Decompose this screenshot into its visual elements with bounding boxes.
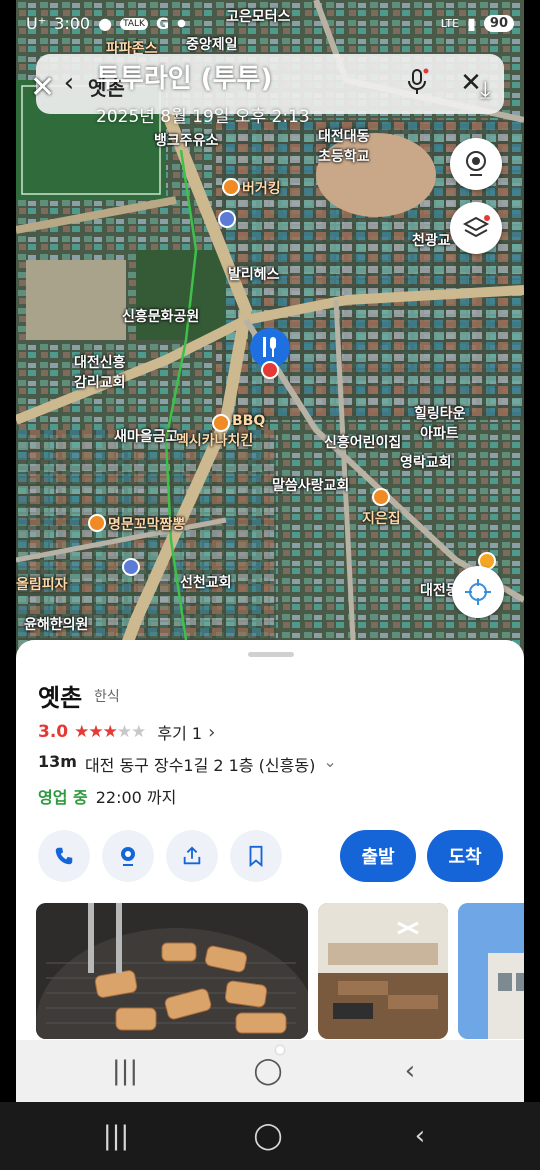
restaurant-interior-photo: [318, 903, 448, 1039]
layers-button[interactable]: [450, 202, 502, 254]
network-label: LTE: [440, 17, 460, 30]
signal-icon: ▮: [467, 14, 476, 33]
street-view-icon: [466, 151, 486, 176]
page-indicator-dot: [276, 1046, 284, 1054]
bookmark-icon: [249, 845, 263, 867]
address: 대전 동구 장수1길 2 1층 (신흥동): [84, 756, 316, 775]
share-button[interactable]: [166, 830, 218, 882]
system-navigation-bar: ||| ◯ ‹: [0, 1102, 540, 1170]
place-photo[interactable]: [318, 903, 448, 1039]
star-icon: ★: [88, 722, 103, 742]
chevron-down-icon[interactable]: ⌄: [323, 752, 336, 776]
depart-button[interactable]: 출발: [340, 830, 416, 882]
place-detail-sheet[interactable]: 옛촌 한식 3.0 ★★★★★ 후기 1 › 13m 대전 동구 장수1길 2 …: [16, 640, 524, 1102]
map-label[interactable]: 선천교회: [180, 572, 232, 592]
map-label[interactable]: 대전대동: [318, 126, 370, 146]
map-label[interactable]: 올림피자: [16, 574, 68, 594]
dot-icon: ●: [177, 18, 186, 29]
star-icon: ★: [116, 722, 132, 742]
download-icon[interactable]: ⤓: [480, 76, 491, 104]
sheet-drag-handle[interactable]: [248, 652, 294, 657]
layers-icon: [462, 215, 490, 238]
grilled-pork-photo: [36, 903, 308, 1039]
crosshair-icon: [465, 579, 491, 605]
share-icon: [183, 846, 201, 865]
star-icon: ★: [74, 722, 89, 742]
place-photo[interactable]: [458, 903, 524, 1039]
chevron-right-icon[interactable]: ›: [208, 722, 215, 743]
map-label[interactable]: 힐링타운: [414, 403, 466, 423]
poi-icon[interactable]: [88, 514, 106, 532]
map-label[interactable]: 아파트: [420, 423, 459, 443]
overlay-date: 2025년 8월 19일 오후 2:13: [96, 107, 310, 127]
arrive-button[interactable]: 도착: [427, 830, 503, 882]
map-label[interactable]: 천광교: [412, 230, 451, 250]
building-exterior-photo: [458, 903, 524, 1039]
system-home-icon[interactable]: ◯: [238, 1102, 298, 1170]
back-icon[interactable]: ‹: [380, 1040, 440, 1102]
place-category: 한식: [94, 689, 120, 705]
poi-icon[interactable]: [372, 488, 390, 506]
poi-icon[interactable]: [212, 414, 230, 432]
carrier-label: U⁺: [26, 14, 47, 33]
map-label[interactable]: 대전신흥: [74, 352, 126, 372]
current-location-button[interactable]: [452, 566, 504, 618]
overlay-title: 투투라인 (투투): [96, 64, 273, 94]
map-label[interactable]: 감리교회: [74, 372, 126, 392]
map-label[interactable]: 말씀사랑교회: [272, 475, 349, 495]
street-view-button[interactable]: [450, 138, 502, 190]
bookmark-button[interactable]: [230, 830, 282, 882]
selected-place-marker-icon[interactable]: [248, 328, 292, 380]
map-label[interactable]: 신흥어린이집: [324, 432, 401, 452]
rating-row[interactable]: 3.0 ★★★★★ 후기 1 ›: [38, 720, 215, 744]
app-navigation-bar: ||| ◯ ‹: [16, 1040, 524, 1102]
place-name: 옛촌: [38, 684, 83, 712]
map-label[interactable]: 지은집: [362, 508, 401, 528]
map-label[interactable]: 신흥문화공원: [122, 306, 199, 326]
open-status: 영업 중: [38, 788, 88, 807]
location-pin-icon: [121, 847, 135, 866]
bus-stop-icon[interactable]: [218, 210, 236, 228]
call-button[interactable]: [38, 830, 90, 882]
g-icon: G: [155, 14, 170, 33]
system-back-icon[interactable]: ‹: [390, 1102, 450, 1170]
recent-apps-icon[interactable]: |||: [95, 1040, 155, 1102]
map-label[interactable]: 명문꼬막짬뽕: [108, 514, 185, 534]
battery-indicator: 90: [483, 15, 514, 32]
bus-stop-icon[interactable]: [122, 558, 140, 576]
distance: 13m: [38, 752, 77, 771]
system-recent-apps-icon[interactable]: |||: [86, 1102, 146, 1170]
clock: 3:00: [54, 14, 91, 33]
map-label[interactable]: 새마을금고: [114, 426, 178, 446]
hours-row: 영업 중 22:00 까지: [38, 784, 176, 808]
closing-time: 22:00 까지: [95, 788, 177, 807]
map-label[interactable]: 멕시카나치킨: [176, 430, 253, 450]
map-label[interactable]: BBQ: [232, 413, 265, 429]
map-label[interactable]: 초등학교: [318, 146, 370, 166]
map-label[interactable]: 윤해한의원: [24, 614, 88, 634]
talk-icon: TALK: [120, 17, 148, 30]
status-bar: U⁺ 3:00 ● TALK G ● LTE ▮ 90: [16, 0, 524, 48]
close-overlay-icon[interactable]: ✕: [30, 70, 55, 105]
map-label[interactable]: 영락교회: [400, 452, 452, 472]
map-label[interactable]: 뱅크주유소: [154, 130, 218, 150]
home-icon[interactable]: ◯: [238, 1040, 298, 1102]
review-count-link[interactable]: 후기 1: [157, 720, 202, 744]
address-row[interactable]: 13m 대전 동구 장수1길 2 1층 (신흥동) ⌄: [38, 752, 337, 776]
map-label[interactable]: 발리헤스: [228, 264, 280, 284]
poi-icon[interactable]: [222, 178, 240, 196]
star-icon: ★: [102, 722, 118, 742]
microphone-icon[interactable]: [402, 68, 432, 98]
rating-value: 3.0: [38, 722, 69, 742]
map-label[interactable]: 버거킹: [242, 178, 281, 198]
chat-bubble-icon: ●: [98, 14, 113, 33]
star-icon: ★: [131, 722, 146, 742]
street-view-action-button[interactable]: [102, 830, 154, 882]
phone-icon: [55, 847, 73, 865]
back-arrow-icon[interactable]: ‹: [54, 68, 84, 98]
rating-stars: ★★★★★: [74, 722, 146, 742]
place-photo[interactable]: [36, 903, 308, 1039]
phone-frame: 고은모터스 파파존스 중앙제일 뱅크주유소 대전대동 초등학교 버거킹 천광교 …: [0, 0, 540, 1170]
screen: 고은모터스 파파존스 중앙제일 뱅크주유소 대전대동 초등학교 버거킹 천광교 …: [16, 0, 524, 1102]
